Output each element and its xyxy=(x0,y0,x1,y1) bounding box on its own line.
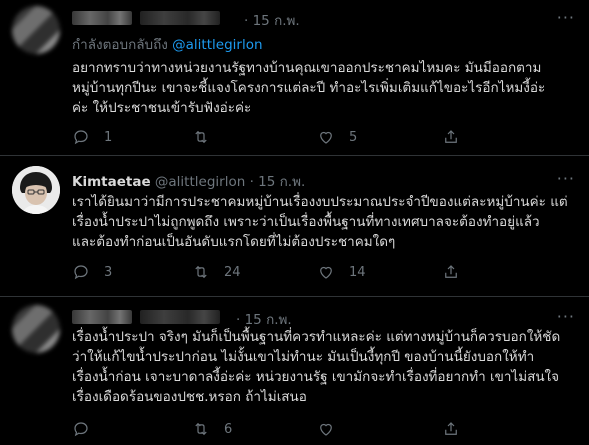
reply-icon xyxy=(74,130,88,145)
tweet-text-line: และต้องทำก่อนเป็นอันดับแรกโดยที่ไม่ต้องป… xyxy=(72,234,396,250)
tweet-actions: 1 5 xyxy=(72,127,542,147)
share-icon xyxy=(445,265,457,278)
avatar[interactable] xyxy=(12,6,60,54)
retweet-button[interactable] xyxy=(192,127,224,147)
share-icon xyxy=(445,422,457,435)
replying-to: กำลังตอบกลับถึง @alittlegirlon xyxy=(72,33,263,55)
tweet-text-line: หมู่บ้านทุกปีนะ เขาจะชี้แจงโครงการแต่ละป… xyxy=(72,80,546,96)
retweet-count: 24 xyxy=(224,264,241,280)
tweet-2[interactable]: Kimtaetae @alittlegirlon · 15 ก.พ. ··· เ… xyxy=(0,156,589,296)
retweet-button[interactable]: 6 xyxy=(192,419,232,439)
display-name[interactable]: Kimtaetae xyxy=(72,174,151,190)
retweet-icon xyxy=(195,422,207,436)
mention-link[interactable]: @alittlegirlon xyxy=(172,37,262,53)
share-icon xyxy=(445,130,457,143)
tweet-text-line: เราได้ยินมาว่ามีการประชาคมหมู่บ้านเรื่อง… xyxy=(72,194,568,210)
avatar[interactable] xyxy=(12,305,60,353)
reply-button[interactable]: 3 xyxy=(72,262,112,282)
tweet-time[interactable]: 15 ก.พ. xyxy=(258,174,305,190)
reply-count: 3 xyxy=(104,264,113,280)
retweet-icon xyxy=(195,130,207,144)
profile-photo-icon xyxy=(12,166,60,214)
reply-button[interactable]: 1 xyxy=(72,127,112,147)
like-button[interactable]: 14 xyxy=(317,262,366,282)
tweet-actions: 6 xyxy=(72,419,542,439)
tweet-text-line: เรื่องเดือดร้อนของปชช.หรอก ถ้าไม่เสนอ xyxy=(72,389,307,405)
more-icon[interactable]: ··· xyxy=(557,10,575,26)
share-button[interactable] xyxy=(442,127,460,147)
reply-icon xyxy=(74,422,88,437)
retweet-count: 6 xyxy=(224,421,233,437)
tweet-text-line: ค่ะ ให้ประชาชนเข้ารับฟังอ่ะค่ะ xyxy=(72,100,252,116)
avatar[interactable] xyxy=(12,166,60,214)
tweet-actions: 3 24 14 xyxy=(72,262,542,282)
blurred-display-name[interactable] xyxy=(72,11,132,25)
like-icon xyxy=(320,266,332,279)
like-button[interactable]: 5 xyxy=(317,127,357,147)
reply-button[interactable] xyxy=(72,419,104,439)
blurred-handle[interactable] xyxy=(140,310,220,324)
separator: · xyxy=(249,174,254,190)
tweet-text-line: เรื่องน้ำประปาไม่ถูกพูดถึง เพราะว่าเป็นเ… xyxy=(72,214,540,230)
blurred-display-name[interactable] xyxy=(72,310,132,324)
tweet-text-line: เรื่องน้ำประปา จริงๆ มันก็เป็นพื้นฐานที่… xyxy=(72,329,561,345)
blurred-handle[interactable] xyxy=(140,11,220,25)
like-icon xyxy=(320,423,332,436)
more-icon[interactable]: ··· xyxy=(557,171,575,187)
replying-prefix: กำลังตอบกลับถึง xyxy=(72,37,168,53)
reply-icon xyxy=(74,265,88,280)
tweet-1[interactable]: · 15 ก.พ. ··· กำลังตอบกลับถึง @alittlegi… xyxy=(0,0,589,155)
more-icon[interactable]: ··· xyxy=(557,309,575,325)
tweet-time[interactable]: · 15 ก.พ. xyxy=(244,9,300,31)
like-button[interactable] xyxy=(317,419,349,439)
like-count: 14 xyxy=(349,264,366,280)
share-button[interactable] xyxy=(442,262,460,282)
tweet-text-line: เรื่องน้ำก่อน เจาะบาดาลงี้อ่ะค่ะ หน่วยงา… xyxy=(72,369,560,385)
retweet-button[interactable]: 24 xyxy=(192,262,241,282)
tweet-text-line: อยากทราบว่าทางหน่วยงานรัฐทางบ้านคุณเขาออ… xyxy=(72,60,542,76)
reply-count: 1 xyxy=(104,129,113,145)
share-button[interactable] xyxy=(442,419,460,439)
tweet-3[interactable]: · 15 ก.พ. ··· เรื่องน้ำประปา จริงๆ มันก็… xyxy=(0,297,589,445)
tweet-header: Kimtaetae @alittlegirlon · 15 ก.พ. xyxy=(72,170,305,192)
handle[interactable]: @alittlegirlon xyxy=(155,174,245,190)
tweet-text-line: ว่าให้แก้ไขน้ำประปาก่อน ไม่งั้นเขาไม่ทำน… xyxy=(72,349,535,365)
like-count: 5 xyxy=(349,129,358,145)
like-icon xyxy=(320,131,332,144)
retweet-icon xyxy=(195,265,207,279)
